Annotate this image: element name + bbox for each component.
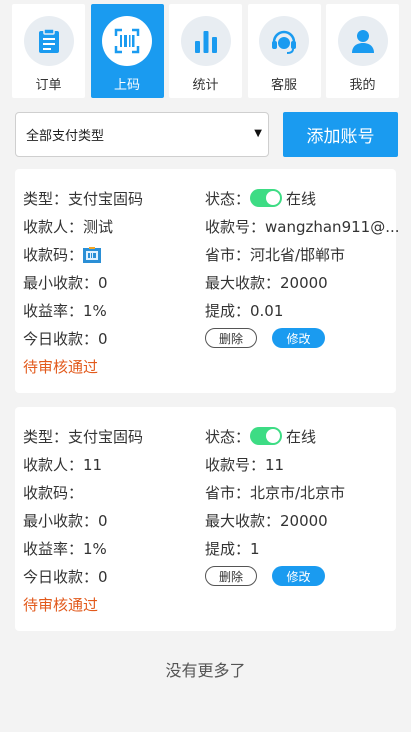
nav-item-stats[interactable]: 统计 (169, 4, 242, 98)
nav-item-mine[interactable]: 我的 (326, 4, 399, 98)
payment-type-selected: 全部支付类型 (26, 129, 105, 144)
status-label: 状态： (205, 190, 251, 208)
account-today: 今日收款：0 (23, 330, 108, 348)
account-qr: 收款码： (23, 244, 102, 265)
review-status: 待审核通过 (23, 596, 99, 614)
status-value: 在线 (286, 428, 317, 446)
account-payee: 收款人：测试 (23, 218, 114, 236)
payment-type-select[interactable]: 全部支付类型 ▼ (15, 112, 269, 157)
account-status: 状态： 在线 (205, 426, 316, 447)
nav-item-support[interactable]: 客服 (247, 4, 321, 98)
status-value: 在线 (286, 190, 317, 208)
edit-button[interactable]: 修改 (272, 328, 325, 348)
delete-button[interactable]: 删除 (205, 566, 257, 586)
edit-button[interactable]: 修改 (272, 566, 325, 586)
account-commission: 提成：0.01 (205, 302, 284, 320)
nav-label: 上码 (113, 78, 140, 93)
account-number: 收款号：wangzhan911@... (205, 218, 400, 236)
status-toggle[interactable] (250, 189, 283, 207)
account-qr: 收款码： (23, 482, 83, 503)
nav-item-orders[interactable]: 订单 (12, 4, 85, 98)
account-rate: 收益率：1% (23, 302, 107, 320)
status-toggle[interactable] (250, 427, 283, 445)
nav-label: 订单 (35, 78, 62, 93)
account-commission: 提成：1 (205, 540, 260, 558)
headset-icon (259, 16, 309, 66)
account-region: 省市：北京市/北京市 (205, 484, 346, 502)
nav-label: 客服 (270, 78, 297, 93)
account-max: 最大收款：20000 (205, 274, 328, 292)
delete-button[interactable]: 删除 (205, 328, 257, 348)
account-region: 省市：河北省/邯郸市 (205, 246, 346, 264)
account-card: 类型：支付宝固码 状态： 在线 收款人：11 收款号：11 收款码： 省市：北京市… (15, 407, 396, 631)
account-rate: 收益率：1% (23, 540, 107, 558)
account-max: 最大收款：20000 (205, 512, 328, 530)
add-account-button[interactable]: 添加账号 (283, 112, 398, 157)
qr-label: 收款码： (23, 484, 84, 502)
account-status: 状态： 在线 (205, 188, 316, 209)
account-min: 最小收款：0 (23, 512, 108, 530)
dropdown-arrow-icon: ▼ (254, 128, 262, 139)
user-icon (337, 16, 388, 66)
account-type: 类型：支付宝固码 (23, 190, 144, 208)
account-number: 收款号：11 (205, 456, 285, 474)
nav-label: 统计 (192, 78, 219, 93)
nav-label: 我的 (349, 78, 376, 93)
order-list-icon (23, 16, 74, 66)
account-min: 最小收款：0 (23, 274, 108, 292)
no-more-text: 没有更多了 (165, 661, 246, 680)
barcode-icon (102, 16, 152, 66)
status-label: 状态： (205, 428, 251, 446)
bar-chart-icon (180, 16, 231, 66)
top-nav: 订单 上码 统计 客服 我的 (0, 0, 411, 100)
account-type: 类型：支付宝固码 (23, 428, 144, 446)
qr-thumbnail-icon[interactable] (83, 247, 102, 263)
account-payee: 收款人：11 (23, 456, 103, 474)
account-card: 类型：支付宝固码 状态： 在线 收款人：测试 收款号：wangzhan911@..… (15, 169, 400, 393)
nav-item-upload-code[interactable]: 上码 (90, 4, 164, 98)
account-today: 今日收款：0 (23, 568, 108, 586)
review-status: 待审核通过 (23, 358, 99, 376)
qr-label: 收款码： (23, 246, 84, 264)
